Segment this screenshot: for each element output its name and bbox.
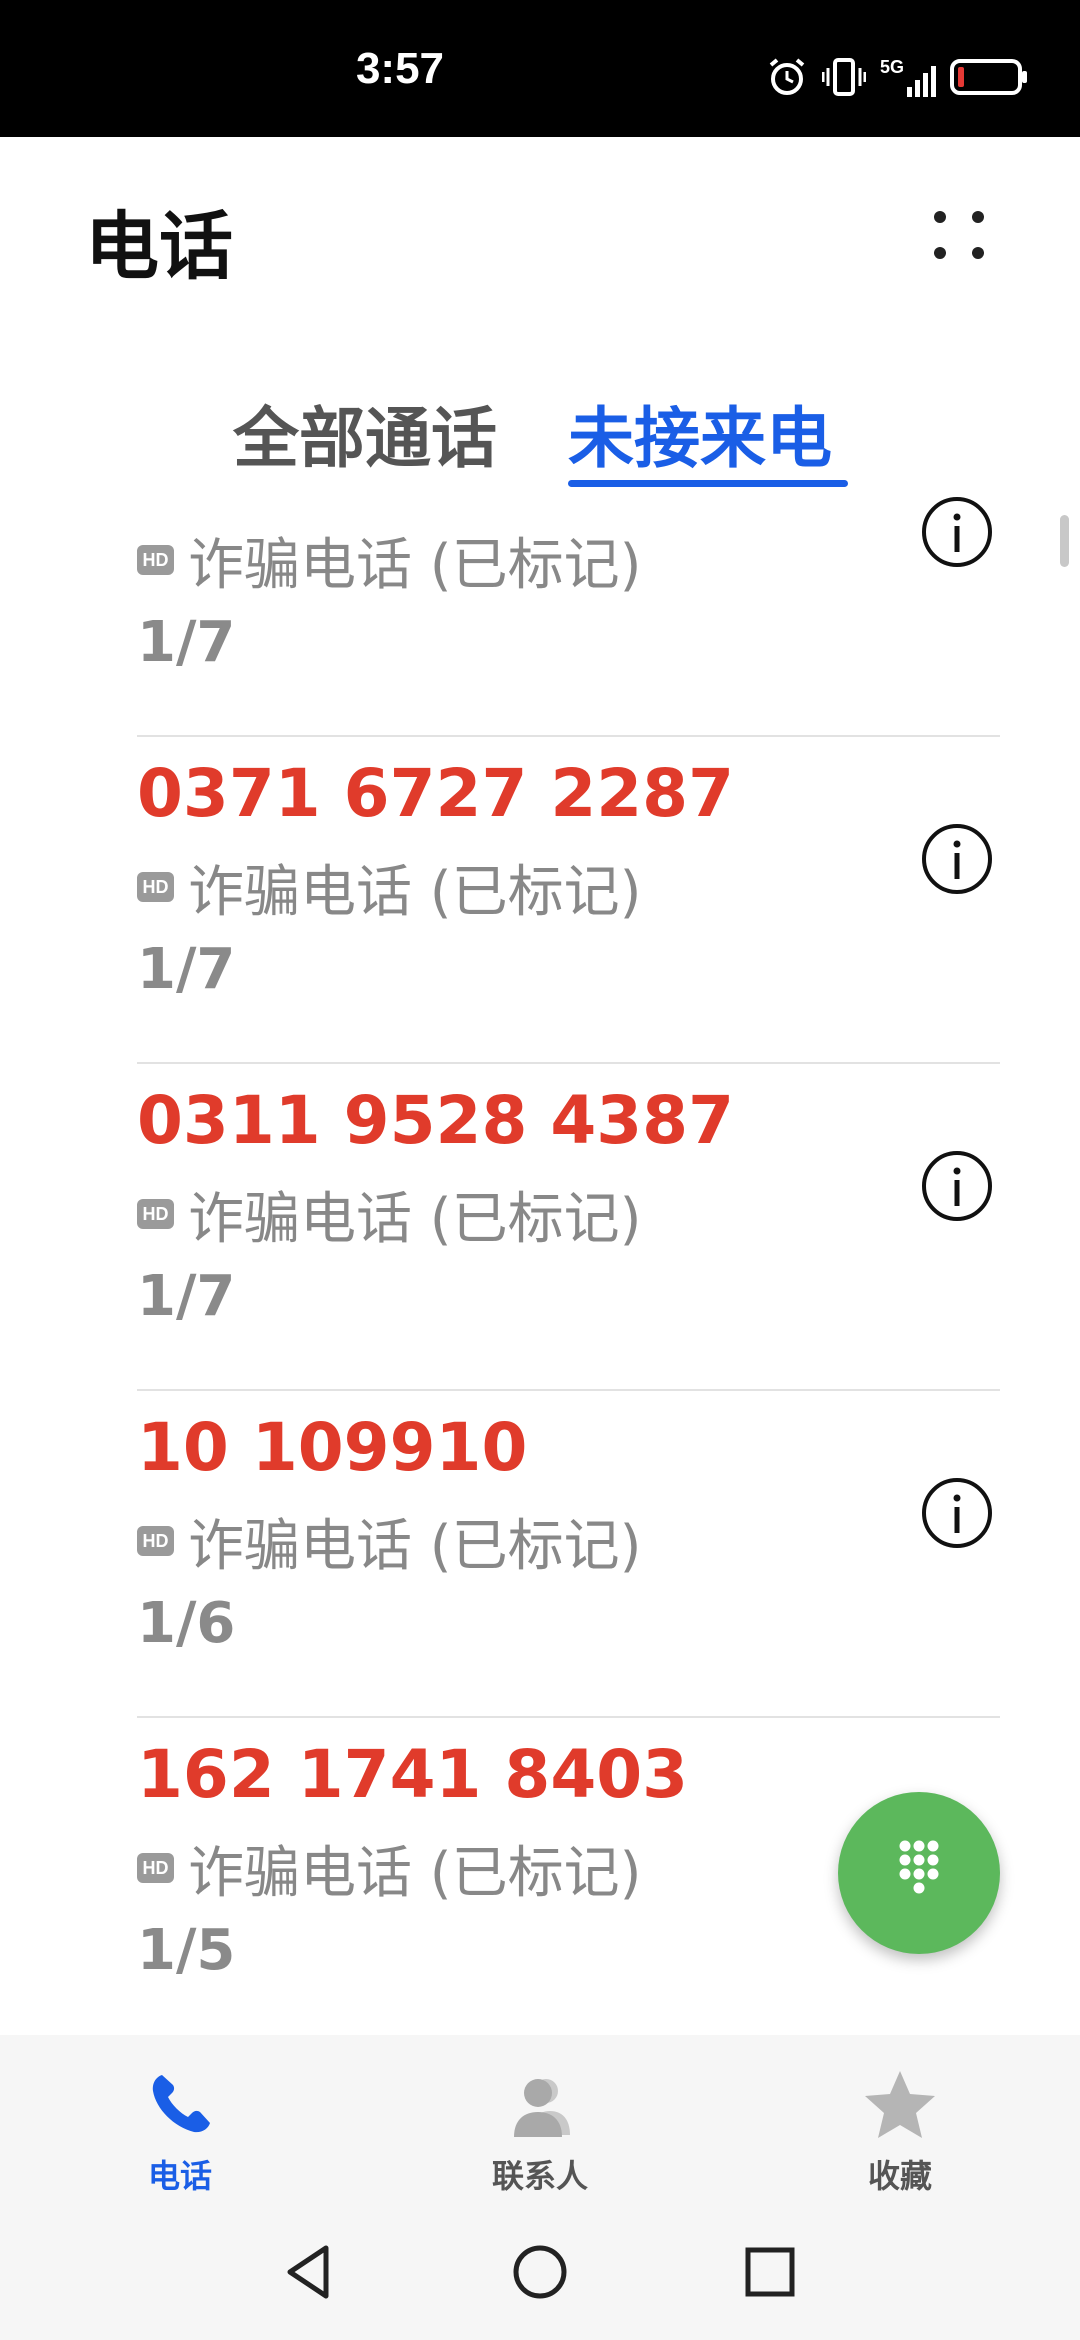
alarm-icon (769, 58, 805, 95)
call-tag: 诈骗电话 (已标记) (188, 1840, 642, 1906)
call-count: 1/7 (137, 1264, 236, 1329)
call-tag-row: HD 诈骗电话 (已标记) (137, 1828, 642, 1908)
call-tag-row: HD 诈骗电话 (已标记) (137, 847, 642, 927)
call-row[interactable]: 0311 9528 4387 HD 诈骗电话 (已标记) 1/7 (0, 1064, 1080, 1391)
info-icon (922, 1151, 992, 1221)
battery-low-icon (950, 59, 1027, 95)
recents-icon[interactable] (740, 2242, 800, 2302)
call-row[interactable]: 10 109910 HD 诈骗电话 (已标记) 1/6 (0, 1391, 1080, 1718)
tab-all-calls[interactable]: 全部通话 (233, 385, 497, 481)
contacts-icon (514, 2079, 570, 2137)
call-number: 0371 6727 2287 (137, 755, 735, 832)
tab-missed-calls[interactable]: 未接来电 (568, 385, 832, 481)
call-row[interactable]: 0371 6277 4316 HD 诈骗电话 (已标记) 1/7 (0, 490, 1080, 737)
page-title: 电话 (85, 204, 233, 290)
call-info-button[interactable] (920, 1476, 994, 1550)
nav-item-phone[interactable]: 电话 (80, 2065, 280, 2197)
star-icon (865, 2071, 935, 2138)
more-button[interactable] (920, 195, 1000, 275)
network-label: 5G (879, 57, 904, 77)
hd-badge: HD (137, 545, 174, 575)
call-count: 1/5 (137, 1918, 236, 1983)
call-tag-row: HD 诈骗电话 (已标记) (137, 520, 642, 600)
call-tag: 诈骗电话 (已标记) (188, 1513, 642, 1579)
nav-label-phone: 电话 (147, 2157, 212, 2195)
info-icon (922, 1478, 992, 1548)
call-info-button[interactable] (920, 1149, 994, 1223)
call-count: 1/7 (137, 937, 236, 1002)
call-number: 162 1741 8403 (137, 1736, 689, 1813)
call-info-button[interactable] (920, 822, 994, 896)
info-icon (922, 824, 992, 894)
back-icon[interactable] (280, 2242, 340, 2302)
call-number: 0371 6277 4316 (137, 490, 734, 505)
more-dots-icon (934, 211, 984, 259)
call-tabs: 全部通话 未接来电 (0, 365, 1080, 490)
info-icon (922, 497, 992, 567)
call-tag: 诈骗电话 (已标记) (188, 1186, 642, 1252)
dialpad-icon (899, 1840, 939, 1894)
active-tab-indicator (568, 480, 848, 487)
call-tag: 诈骗电话 (已标记) (188, 532, 642, 598)
dialpad-fab-button[interactable] (838, 1792, 1000, 1954)
vibrate-icon (821, 58, 866, 96)
status-icons: 5G (766, 52, 1030, 102)
call-count: 1/7 (137, 610, 236, 675)
call-tag: 诈骗电话 (已标记) (188, 859, 642, 925)
nav-item-favorites[interactable]: 收藏 (800, 2065, 1000, 2197)
nav-label-contacts: 联系人 (491, 2157, 588, 2195)
home-icon[interactable] (510, 2242, 570, 2302)
call-info-button[interactable] (920, 495, 994, 569)
app-header: 电话 (0, 137, 1080, 337)
bottom-nav: 电话 联系人 收藏 (0, 2035, 1080, 2210)
nav-label-favorites: 收藏 (867, 2157, 932, 2195)
call-count: 1/6 (137, 1591, 236, 1656)
status-time: 3:57 (355, 44, 445, 93)
hd-badge: HD (137, 1853, 174, 1883)
call-row[interactable]: 0371 6727 2287 HD 诈骗电话 (已标记) 1/7 (0, 737, 1080, 1064)
hd-badge: HD (137, 1526, 174, 1556)
scrollbar[interactable] (1060, 515, 1069, 567)
call-tag-row: HD 诈骗电话 (已标记) (137, 1174, 642, 1254)
phone-icon (152, 2075, 210, 2133)
signal-5g-icon: 5G (880, 57, 936, 97)
nav-item-contacts[interactable]: 联系人 (440, 2065, 640, 2197)
system-nav-bar (0, 2210, 1080, 2340)
status-bar: 3:57 5G (0, 0, 1080, 137)
call-number: 10 109910 (137, 1409, 528, 1486)
call-tag-row: HD 诈骗电话 (已标记) (137, 1501, 642, 1581)
call-number: 0311 9528 4387 (137, 1082, 735, 1159)
hd-badge: HD (137, 1199, 174, 1229)
hd-badge: HD (137, 872, 174, 902)
